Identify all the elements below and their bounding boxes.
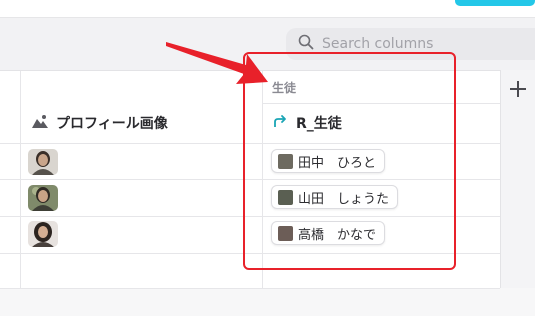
search-input[interactable] bbox=[322, 36, 522, 52]
pointer-arrow-icon bbox=[160, 36, 272, 90]
search-icon bbox=[298, 34, 314, 54]
column-divider bbox=[20, 71, 21, 289]
profile-image[interactable] bbox=[28, 185, 58, 211]
top-bar bbox=[0, 0, 535, 18]
add-column-area bbox=[500, 70, 535, 288]
profile-image[interactable] bbox=[28, 221, 58, 247]
image-icon bbox=[32, 114, 48, 132]
profile-image[interactable] bbox=[28, 149, 58, 175]
top-accent-button[interactable] bbox=[455, 0, 535, 6]
row-divider bbox=[0, 288, 500, 289]
column-header-profile-image[interactable]: プロフィール画像 bbox=[32, 112, 168, 134]
add-column-plus-icon[interactable] bbox=[509, 80, 527, 102]
highlight-box-annotation bbox=[243, 52, 456, 270]
column-header-label: プロフィール画像 bbox=[56, 116, 168, 132]
